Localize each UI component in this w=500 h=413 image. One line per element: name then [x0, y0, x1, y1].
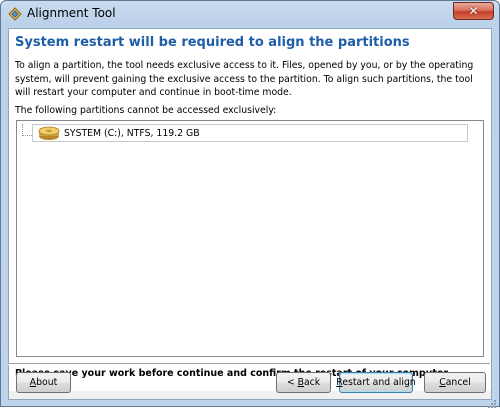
list-item[interactable]: SYSTEM (C:), NTFS, 119.2 GB: [32, 124, 468, 142]
restart-button-label: Restart and align: [336, 377, 416, 388]
back-button[interactable]: < Back: [276, 372, 331, 393]
hard-disk-icon: [37, 125, 61, 141]
partition-list-label: The following partitions cannot be acces…: [15, 105, 277, 116]
alignment-tool-window: Alignment Tool ✕ System restart will be …: [0, 0, 500, 408]
back-button-label: < Back: [286, 377, 321, 388]
description-text: To align a partition, the tool needs exc…: [15, 60, 474, 98]
tree-connector: [22, 124, 32, 136]
dialog-client-area: System restart will be required to align…: [8, 28, 492, 400]
alignment-tool-app-icon: [7, 5, 23, 21]
content-pane: System restart will be required to align…: [9, 29, 491, 391]
partition-list[interactable]: SYSTEM (C:), NTFS, 119.2 GB: [16, 120, 484, 357]
partition-label: SYSTEM (C:), NTFS, 119.2 GB: [64, 127, 200, 139]
about-button-label: About: [29, 377, 58, 388]
about-button[interactable]: About: [16, 372, 71, 393]
title-bar[interactable]: Alignment Tool ✕: [1, 1, 499, 25]
close-icon: ✕: [468, 4, 479, 18]
page-title: System restart will be required to align…: [15, 35, 410, 50]
cancel-button[interactable]: Cancel: [424, 372, 486, 393]
close-button[interactable]: ✕: [453, 2, 494, 20]
button-divider: [8, 363, 490, 365]
window-title: Alignment Tool: [27, 6, 116, 20]
cancel-button-label: Cancel: [439, 377, 471, 388]
restart-and-align-button[interactable]: Restart and align: [336, 372, 416, 393]
resize-grip-icon[interactable]: [487, 394, 497, 408]
